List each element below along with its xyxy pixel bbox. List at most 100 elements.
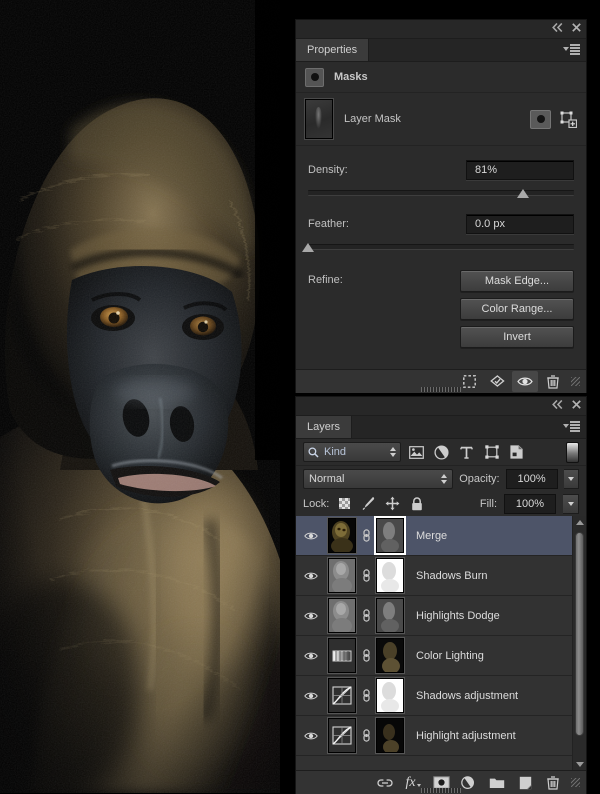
layer-row[interactable]: Shadows Burn bbox=[296, 556, 586, 596]
fill-dropdown-arrow[interactable] bbox=[563, 493, 579, 514]
pixel-mask-icon[interactable] bbox=[530, 109, 551, 129]
layer-visibility-eye-icon[interactable] bbox=[296, 651, 326, 661]
layer-thumbnail[interactable] bbox=[328, 598, 356, 633]
invert-button[interactable]: Invert bbox=[460, 326, 574, 348]
properties-titlebar[interactable] bbox=[296, 20, 586, 39]
layer-mask-link-icon[interactable] bbox=[360, 649, 372, 662]
lock-all-icon[interactable] bbox=[408, 495, 425, 512]
layer-mask-thumbnail[interactable] bbox=[376, 718, 404, 753]
layer-mask-thumbnail[interactable] bbox=[376, 678, 404, 713]
layer-thumbnail[interactable] bbox=[328, 638, 356, 673]
delete-layer-icon[interactable] bbox=[540, 772, 566, 793]
apply-mask-icon[interactable] bbox=[484, 371, 510, 392]
collapse-double-chevron-icon[interactable] bbox=[552, 23, 563, 32]
properties-tab-row[interactable]: Properties bbox=[296, 39, 586, 62]
scrollbar-thumb[interactable] bbox=[575, 532, 584, 736]
masks-section-icon bbox=[305, 67, 324, 87]
layer-mask-thumbnail[interactable] bbox=[376, 598, 404, 633]
layer-mask-link-icon[interactable] bbox=[360, 609, 372, 622]
density-slider-handle[interactable] bbox=[517, 189, 530, 198]
properties-body: Masks Layer Mask Density: 81% Feather: 0… bbox=[296, 62, 586, 393]
layer-mask-link-icon[interactable] bbox=[360, 569, 372, 582]
layer-visibility-eye-icon[interactable] bbox=[296, 731, 326, 741]
lock-position-icon[interactable] bbox=[384, 495, 401, 512]
layer-list[interactable]: Merge Shadows Burn Highlights Dodge Color L… bbox=[296, 516, 586, 770]
filter-shape-layers-icon[interactable] bbox=[482, 443, 501, 462]
lock-row: Lock: Fill: 100% bbox=[296, 491, 586, 517]
opacity-value[interactable]: 100% bbox=[505, 468, 558, 489]
panel-drag-handle[interactable] bbox=[421, 387, 461, 392]
density-slider[interactable] bbox=[308, 188, 574, 200]
layer-mask-thumbnail[interactable] bbox=[305, 99, 333, 139]
tab-properties-label: Properties bbox=[307, 44, 358, 56]
density-slider-track[interactable] bbox=[308, 190, 574, 196]
lock-transparent-pixels-icon[interactable] bbox=[336, 495, 353, 512]
vector-mask-icon[interactable] bbox=[560, 111, 577, 128]
gorilla-photo bbox=[0, 0, 300, 793]
filter-smart-object-icon[interactable] bbox=[507, 443, 526, 462]
layer-row[interactable]: Shadows adjustment bbox=[296, 676, 586, 716]
opacity-dropdown-arrow[interactable] bbox=[563, 468, 579, 489]
blend-mode-dropdown[interactable]: Normal bbox=[303, 468, 454, 489]
layer-row[interactable]: Merge bbox=[296, 516, 586, 556]
scroll-up-arrow-icon[interactable] bbox=[573, 516, 586, 528]
fill-value[interactable]: 100% bbox=[504, 493, 556, 514]
close-icon[interactable] bbox=[572, 400, 581, 409]
layer-mask-thumbnail[interactable] bbox=[376, 638, 404, 673]
layer-mask-link-icon[interactable] bbox=[360, 729, 372, 742]
panel-menu-icon[interactable] bbox=[563, 421, 580, 432]
layers-scrollbar[interactable] bbox=[572, 516, 586, 770]
filter-pixel-layers-icon[interactable] bbox=[407, 443, 426, 462]
scroll-down-arrow-icon[interactable] bbox=[573, 758, 586, 770]
feather-input[interactable]: 0.0 px bbox=[466, 214, 574, 234]
panel-drag-handle[interactable] bbox=[421, 788, 461, 793]
chevron-updown-icon[interactable] bbox=[390, 447, 396, 457]
lock-image-pixels-icon[interactable] bbox=[360, 495, 377, 512]
layer-mask-thumbnail[interactable] bbox=[376, 518, 404, 553]
layer-thumbnail[interactable] bbox=[328, 558, 356, 593]
tab-layers[interactable]: Layers bbox=[296, 416, 353, 438]
layer-row[interactable]: Highlights Dodge bbox=[296, 596, 586, 636]
color-range-button[interactable]: Color Range... bbox=[460, 298, 574, 320]
layers-titlebar[interactable] bbox=[296, 397, 586, 416]
mask-edge-button[interactable]: Mask Edge... bbox=[460, 270, 574, 292]
layer-mask-label: Layer Mask bbox=[344, 113, 401, 125]
collapse-double-chevron-icon[interactable] bbox=[552, 400, 563, 409]
filter-kind-dropdown[interactable]: Kind bbox=[303, 442, 401, 462]
new-group-icon[interactable] bbox=[484, 772, 510, 793]
layer-mask-link-icon[interactable] bbox=[360, 689, 372, 702]
feather-slider[interactable] bbox=[302, 242, 574, 254]
chevron-updown-icon[interactable] bbox=[441, 473, 448, 484]
resize-grip[interactable] bbox=[571, 377, 580, 386]
new-layer-icon[interactable] bbox=[512, 772, 538, 793]
layer-mask-row[interactable]: Layer Mask bbox=[296, 93, 586, 146]
filter-adjustment-layers-icon[interactable] bbox=[432, 443, 451, 462]
layer-visibility-eye-icon[interactable] bbox=[296, 691, 326, 701]
filter-type-layers-icon[interactable] bbox=[457, 443, 476, 462]
resize-grip[interactable] bbox=[571, 778, 580, 787]
filter-enable-toggle[interactable] bbox=[566, 441, 579, 463]
layer-thumbnail[interactable] bbox=[328, 718, 356, 753]
link-layers-icon[interactable] bbox=[372, 772, 398, 793]
layer-visibility-eye-icon[interactable] bbox=[296, 531, 326, 541]
layer-mask-link-icon[interactable] bbox=[360, 529, 372, 542]
layer-row[interactable]: Color Lighting bbox=[296, 636, 586, 676]
blend-mode-row: Normal Opacity: 100% bbox=[296, 466, 586, 491]
layer-row[interactable]: Highlight adjustment bbox=[296, 716, 586, 756]
panel-menu-icon[interactable] bbox=[563, 44, 580, 55]
tab-empty-space bbox=[352, 416, 586, 438]
tab-properties[interactable]: Properties bbox=[296, 39, 370, 61]
density-input[interactable]: 81% bbox=[466, 160, 574, 180]
close-icon[interactable] bbox=[572, 23, 581, 32]
layer-visibility-eye-icon[interactable] bbox=[296, 571, 326, 581]
feather-slider-handle[interactable] bbox=[302, 243, 314, 252]
toggle-mask-visibility-icon[interactable] bbox=[512, 371, 538, 392]
layer-visibility-eye-icon[interactable] bbox=[296, 611, 326, 621]
layers-tab-row[interactable]: Layers bbox=[296, 416, 586, 439]
delete-mask-icon[interactable] bbox=[540, 371, 566, 392]
layer-thumbnail[interactable] bbox=[328, 678, 356, 713]
layer-mask-thumbnail[interactable] bbox=[376, 558, 404, 593]
layer-thumbnail[interactable] bbox=[328, 518, 356, 553]
layer-name-label: Shadows adjustment bbox=[416, 689, 519, 702]
feather-slider-track[interactable] bbox=[308, 244, 574, 250]
